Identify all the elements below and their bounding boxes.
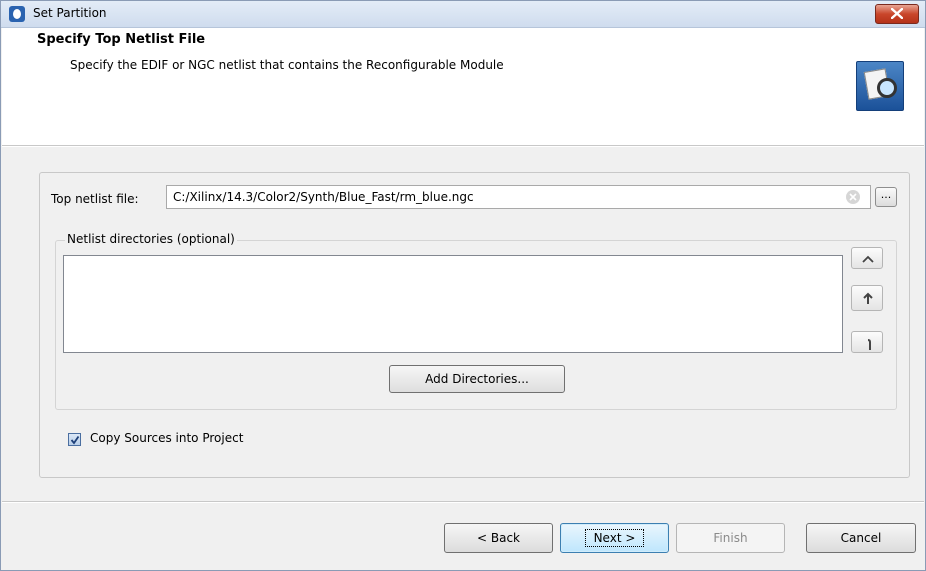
move-down-icon xyxy=(867,339,871,350)
copy-sources-label[interactable]: Copy Sources into Project xyxy=(90,431,243,445)
netlist-directories-group: Netlist directories (optional) Add Direc… xyxy=(55,232,897,410)
checkmark-icon xyxy=(70,435,80,445)
page-description: Specify the EDIF or NGC netlist that con… xyxy=(70,58,504,72)
close-icon xyxy=(891,8,903,19)
dialog-window: Set Partition Specify Top Netlist File S… xyxy=(0,0,926,571)
scroll-up-button[interactable] xyxy=(851,247,883,269)
footer-divider-highlight xyxy=(2,502,924,503)
back-button[interactable]: < Back xyxy=(444,523,553,553)
move-up-button[interactable] xyxy=(851,285,883,311)
next-button[interactable]: Next > xyxy=(560,523,669,553)
cancel-button[interactable]: Cancel xyxy=(806,523,916,553)
move-down-button[interactable] xyxy=(851,331,883,353)
netlist-group: Top netlist file: C:/Xilinx/14.3/Color2/… xyxy=(39,172,910,478)
top-netlist-label: Top netlist file: xyxy=(51,192,139,206)
browse-button[interactable]: ... xyxy=(875,187,897,207)
close-button[interactable] xyxy=(875,4,919,24)
app-icon xyxy=(9,6,25,22)
netlist-directories-label: Netlist directories (optional) xyxy=(65,232,237,246)
window-title: Set Partition xyxy=(33,6,107,20)
up-arrow-icon xyxy=(862,255,874,263)
top-netlist-input[interactable]: C:/Xilinx/14.3/Color2/Synth/Blue_Fast/rm… xyxy=(166,185,871,209)
add-directories-button[interactable]: Add Directories... xyxy=(389,365,565,393)
wizard-header: Specify Top Netlist File Specify the EDI… xyxy=(2,28,924,146)
move-up-icon xyxy=(863,292,873,304)
wizard-icon xyxy=(856,61,904,111)
finish-button[interactable]: Finish xyxy=(676,523,785,553)
divider xyxy=(2,146,924,147)
page-title: Specify Top Netlist File xyxy=(37,32,206,47)
clear-icon[interactable] xyxy=(846,190,860,204)
next-button-label: Next > xyxy=(584,529,645,547)
title-bar: Set Partition xyxy=(1,1,925,28)
copy-sources-checkbox[interactable] xyxy=(68,433,81,446)
netlist-directories-list[interactable] xyxy=(63,255,843,353)
